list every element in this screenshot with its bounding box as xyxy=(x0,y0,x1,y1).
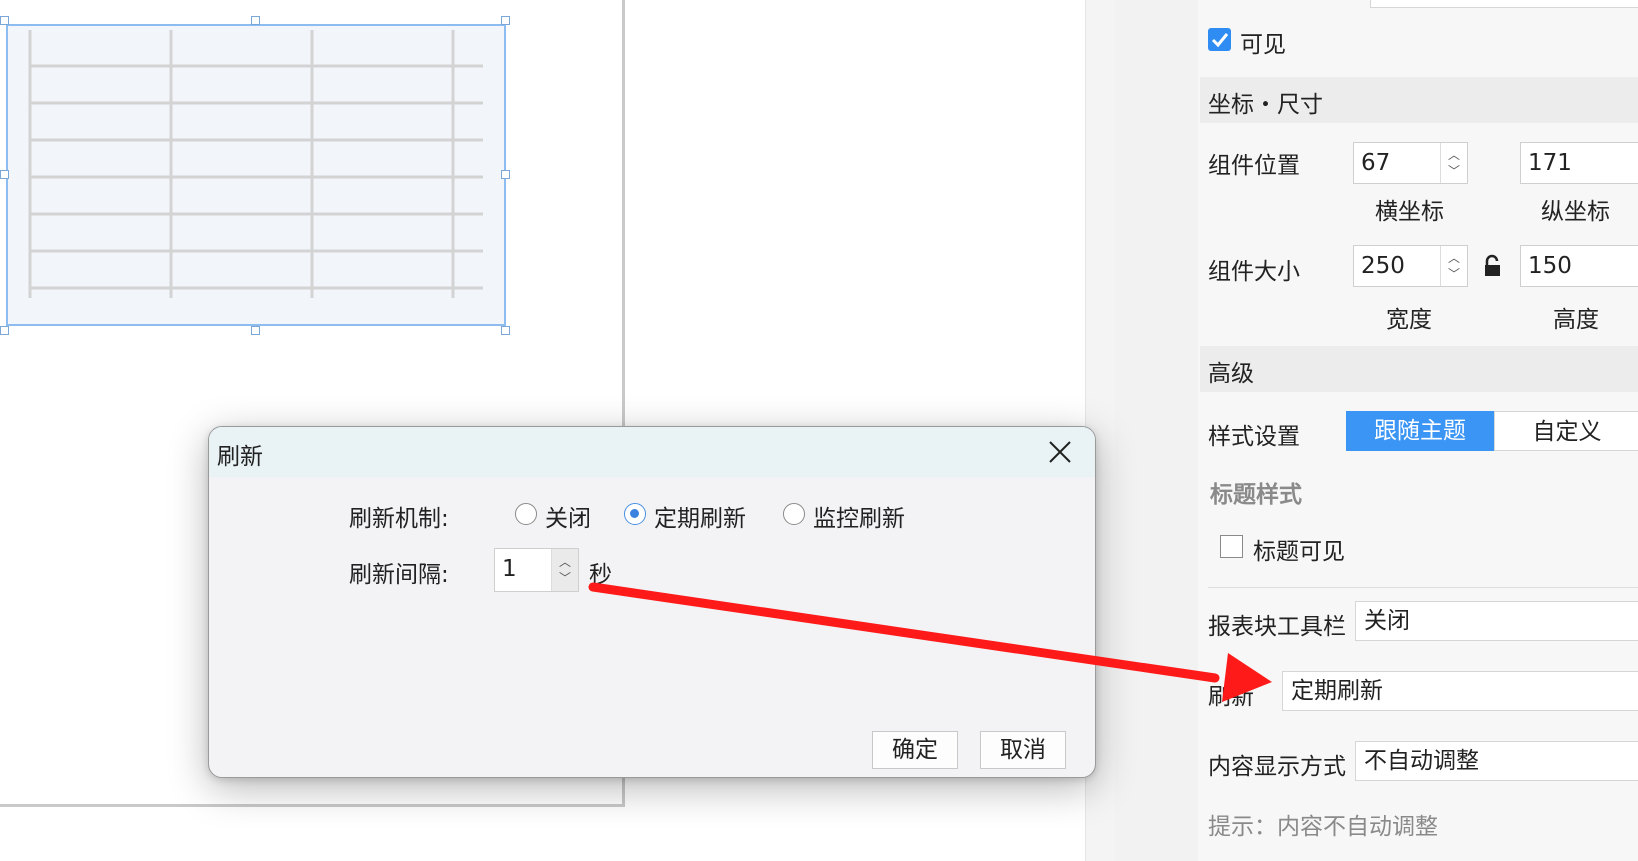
radio-periodic-label[interactable]: 定期刷新 xyxy=(654,499,746,533)
chevron-up-icon[interactable]: ︿ xyxy=(559,554,571,570)
chevron-up-icon[interactable]: ︿ xyxy=(1448,147,1460,163)
style-custom-button[interactable]: 自定义 xyxy=(1494,411,1638,451)
resize-handle-tl[interactable] xyxy=(0,16,9,25)
height-input[interactable]: 150 xyxy=(1520,245,1638,287)
content-display-select[interactable]: 不自动调整 xyxy=(1355,741,1638,781)
width-caption: 宽度 xyxy=(1386,307,1432,333)
resize-handle-br[interactable] xyxy=(501,326,510,335)
radio-close[interactable] xyxy=(515,503,537,525)
y-input[interactable]: 171 xyxy=(1520,142,1638,184)
chevron-down-icon[interactable]: ﹀ xyxy=(559,570,571,586)
refresh-select[interactable]: 定期刷新 xyxy=(1282,671,1638,711)
chevron-down-icon[interactable]: ﹀ xyxy=(1448,163,1460,179)
x-caption: 横坐标 xyxy=(1375,199,1444,225)
toolbar-value: 关闭 xyxy=(1364,608,1410,634)
hint-text: 提示：内容不自动调整 xyxy=(1208,814,1438,840)
ok-button[interactable]: 确定 xyxy=(872,731,958,769)
refresh-label: 刷新 xyxy=(1208,684,1254,710)
divider xyxy=(1208,587,1638,588)
height-caption: 高度 xyxy=(1553,307,1599,333)
top-field[interactable] xyxy=(1370,0,1638,8)
checkmark-icon xyxy=(1211,33,1229,48)
radio-close-label[interactable]: 关闭 xyxy=(545,499,591,533)
toolbar-select[interactable]: 关闭 xyxy=(1355,601,1638,641)
visible-label: 可见 xyxy=(1240,32,1286,58)
interval-input[interactable]: 1 ︿ ﹀ xyxy=(494,548,579,592)
refresh-value: 定期刷新 xyxy=(1291,678,1383,704)
cancel-button[interactable]: 取消 xyxy=(980,731,1066,769)
table-grid xyxy=(28,30,483,298)
style-label: 样式设置 xyxy=(1208,424,1300,450)
title-visible-label: 标题可见 xyxy=(1253,539,1345,565)
width-input[interactable]: 250 ︿ ﹀ xyxy=(1353,245,1468,287)
resize-handle-ml[interactable] xyxy=(0,170,9,179)
dialog-titlebar[interactable]: 刷新 xyxy=(209,427,1095,477)
visible-checkbox[interactable] xyxy=(1208,28,1231,51)
section-geometry-title: 坐标・尺寸 xyxy=(1208,92,1323,118)
y-value: 171 xyxy=(1528,150,1572,176)
size-label: 组件大小 xyxy=(1208,259,1300,285)
interval-stepper[interactable]: ︿ ﹀ xyxy=(551,549,578,591)
resize-handle-bl[interactable] xyxy=(0,326,9,335)
lock-icon[interactable] xyxy=(1483,254,1503,278)
radio-monitor[interactable] xyxy=(783,503,805,525)
refresh-dialog: 刷新 刷新机制: 关闭 定期刷新 监控刷新 刷新间隔: 1 ︿ ﹀ 秒 确定 取消 xyxy=(208,426,1096,778)
dialog-title: 刷新 xyxy=(217,444,263,470)
y-caption: 纵坐标 xyxy=(1541,199,1610,225)
position-label: 组件位置 xyxy=(1208,153,1300,179)
x-stepper[interactable]: ︿ ﹀ xyxy=(1440,143,1467,183)
interval-label: 刷新间隔: xyxy=(349,562,449,588)
resize-handle-tr[interactable] xyxy=(501,16,510,25)
table-widget[interactable] xyxy=(6,24,506,326)
section-advanced-header xyxy=(1200,346,1638,392)
content-display-value: 不自动调整 xyxy=(1364,748,1479,774)
width-value: 250 xyxy=(1361,253,1405,279)
properties-panel: 可见 坐标・尺寸 组件位置 67 ︿ ﹀ 171 横坐标 纵坐标 组件大小 250… xyxy=(1115,0,1638,861)
properties-content: 可见 坐标・尺寸 组件位置 67 ︿ ﹀ 171 横坐标 纵坐标 组件大小 250… xyxy=(1198,0,1638,861)
mechanism-label: 刷新机制: xyxy=(349,506,449,532)
radio-periodic[interactable] xyxy=(624,503,646,525)
interval-unit: 秒 xyxy=(589,562,612,588)
chevron-down-icon[interactable]: ﹀ xyxy=(1448,266,1460,282)
x-input[interactable]: 67 ︿ ﹀ xyxy=(1353,142,1468,184)
close-icon[interactable] xyxy=(1047,439,1073,465)
chevron-up-icon[interactable]: ︿ xyxy=(1448,250,1460,266)
interval-value: 1 xyxy=(502,556,517,582)
resize-handle-mr[interactable] xyxy=(501,170,510,179)
resize-handle-bm[interactable] xyxy=(251,326,260,335)
content-display-label: 内容显示方式 xyxy=(1208,754,1346,780)
title-style-heading: 标题样式 xyxy=(1210,482,1302,508)
section-advanced-title: 高级 xyxy=(1208,361,1254,387)
width-stepper[interactable]: ︿ ﹀ xyxy=(1440,246,1467,286)
resize-handle-tm[interactable] xyxy=(251,16,260,25)
style-follow-theme-button[interactable]: 跟随主题 xyxy=(1346,411,1494,451)
radio-monitor-label[interactable]: 监控刷新 xyxy=(813,499,905,533)
toolbar-label: 报表块工具栏 xyxy=(1208,614,1346,640)
height-value: 150 xyxy=(1528,253,1572,279)
title-visible-checkbox[interactable] xyxy=(1220,535,1243,558)
x-value: 67 xyxy=(1361,150,1391,176)
